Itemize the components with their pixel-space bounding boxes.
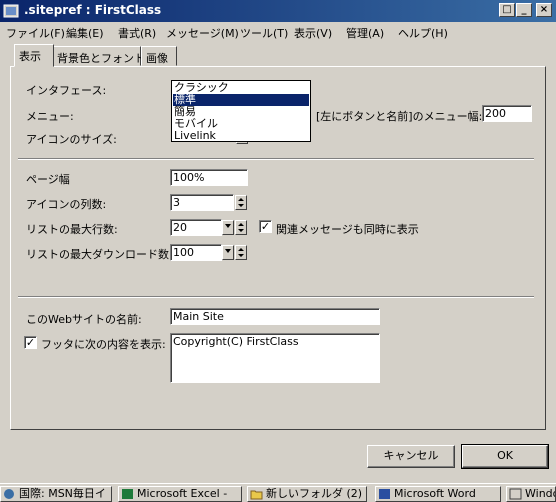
- page-width-input[interactable]: 100%: [170, 169, 248, 186]
- folder-icon: [250, 490, 263, 500]
- max-download-spinner[interactable]: [235, 245, 247, 260]
- word-icon: [379, 489, 390, 499]
- show-related-checkbox[interactable]: ✓: [259, 220, 272, 233]
- interface-option-livelink[interactable]: Livelink: [173, 130, 309, 142]
- taskbar: 国際: MSN毎日イ Microsoft Excel - 新しいフォルダ (2)…: [0, 483, 556, 502]
- tab-images[interactable]: 画像: [141, 46, 177, 66]
- spinner-arrows-icon: [238, 198, 244, 207]
- menu-bar: ファイル(F) 編集(E) 書式(R) メッセージ(M) ツール(T) 表示(V…: [0, 22, 556, 42]
- max-download-input[interactable]: 100: [170, 244, 222, 261]
- taskbar-item-label: Windo: [525, 487, 556, 500]
- taskbar-item-excel[interactable]: Microsoft Excel -: [118, 486, 242, 502]
- taskbar-item-label: 国際: MSN毎日イ: [19, 487, 106, 500]
- icon-columns-input[interactable]: 3: [170, 194, 234, 211]
- close-button[interactable]: ×: [536, 3, 552, 17]
- icon-size-label: アイコンのサイズ:: [26, 133, 117, 146]
- menu-edit[interactable]: 編集(E): [66, 25, 104, 41]
- icon-columns-spinner[interactable]: [235, 195, 247, 210]
- taskbar-item-msn[interactable]: 国際: MSN毎日イ: [0, 486, 112, 502]
- max-list-rows-input[interactable]: 20: [170, 219, 222, 236]
- footer-label: フッタに次の内容を表示:: [41, 338, 166, 351]
- max-list-rows-label: リストの最大行数:: [26, 223, 118, 236]
- max-list-rows-spinner[interactable]: [235, 220, 247, 235]
- menu-message[interactable]: メッセージ(M): [166, 25, 239, 41]
- spinner-arrows-icon: [238, 248, 244, 257]
- window-title: .sitepref : FirstClass: [24, 3, 162, 17]
- taskbar-item-windows[interactable]: Windo: [506, 486, 556, 502]
- separator-2: [18, 296, 534, 298]
- page-width-label: ページ幅: [26, 173, 70, 186]
- taskbar-item-label: Microsoft Word: [394, 487, 476, 500]
- menu-view[interactable]: 表示(V): [294, 25, 332, 41]
- menu-format[interactable]: 書式(R): [118, 25, 156, 41]
- menu-label: メニュー:: [26, 110, 74, 123]
- site-name-label: このWebサイトの名前:: [26, 313, 142, 326]
- chevron-down-icon: [225, 249, 231, 253]
- interface-label: インタフェース:: [26, 84, 107, 97]
- menu-file[interactable]: ファイル(F): [6, 25, 65, 41]
- footer-textarea[interactable]: Copyright(C) FirstClass: [170, 333, 380, 383]
- max-list-rows-dropdown-button[interactable]: [222, 220, 234, 235]
- restore-button[interactable]: □: [499, 3, 515, 17]
- site-name-input[interactable]: Main Site: [170, 308, 380, 325]
- menu-width-label: [左にボタンと名前]のメニュー幅:: [316, 110, 483, 123]
- interface-dropdown-list[interactable]: クラシック 標準 簡易 モバイル Livelink: [171, 80, 311, 142]
- title-bar: .sitepref : FirstClass _ □ ×: [0, 0, 556, 22]
- max-download-label: リストの最大ダウンロード数:: [26, 248, 173, 261]
- menu-tools[interactable]: ツール(T): [240, 25, 288, 41]
- browser-icon: [4, 489, 14, 499]
- ok-button[interactable]: OK: [461, 444, 549, 469]
- footer-checkbox[interactable]: ✓: [24, 336, 37, 349]
- icon-columns-label: アイコンの列数:: [26, 198, 107, 211]
- show-related-label: 関連メッセージも同時に表示: [276, 223, 419, 236]
- taskbar-item-label: 新しいフォルダ (2): [266, 487, 363, 500]
- separator-1: [18, 158, 534, 160]
- menu-width-input[interactable]: 200: [482, 105, 532, 122]
- spinner-arrows-icon: [238, 223, 244, 232]
- menu-help[interactable]: ヘルプ(H): [398, 25, 448, 41]
- tab-display[interactable]: 表示: [14, 44, 54, 67]
- excel-icon: [122, 489, 133, 499]
- chevron-down-icon: [225, 224, 231, 228]
- window-icon: [509, 488, 522, 500]
- taskbar-item-word[interactable]: Microsoft Word: [375, 486, 501, 502]
- max-download-dropdown-button[interactable]: [222, 245, 234, 260]
- cancel-button[interactable]: キャンセル: [367, 445, 455, 468]
- firstclass-app-icon: [3, 4, 19, 18]
- minimize-button[interactable]: _: [516, 3, 532, 17]
- taskbar-item-folder[interactable]: 新しいフォルダ (2): [247, 486, 367, 502]
- taskbar-item-label: Microsoft Excel -: [137, 487, 228, 500]
- menu-admin[interactable]: 管理(A): [346, 25, 384, 41]
- tab-background-font[interactable]: 背景色とフォント: [52, 46, 145, 66]
